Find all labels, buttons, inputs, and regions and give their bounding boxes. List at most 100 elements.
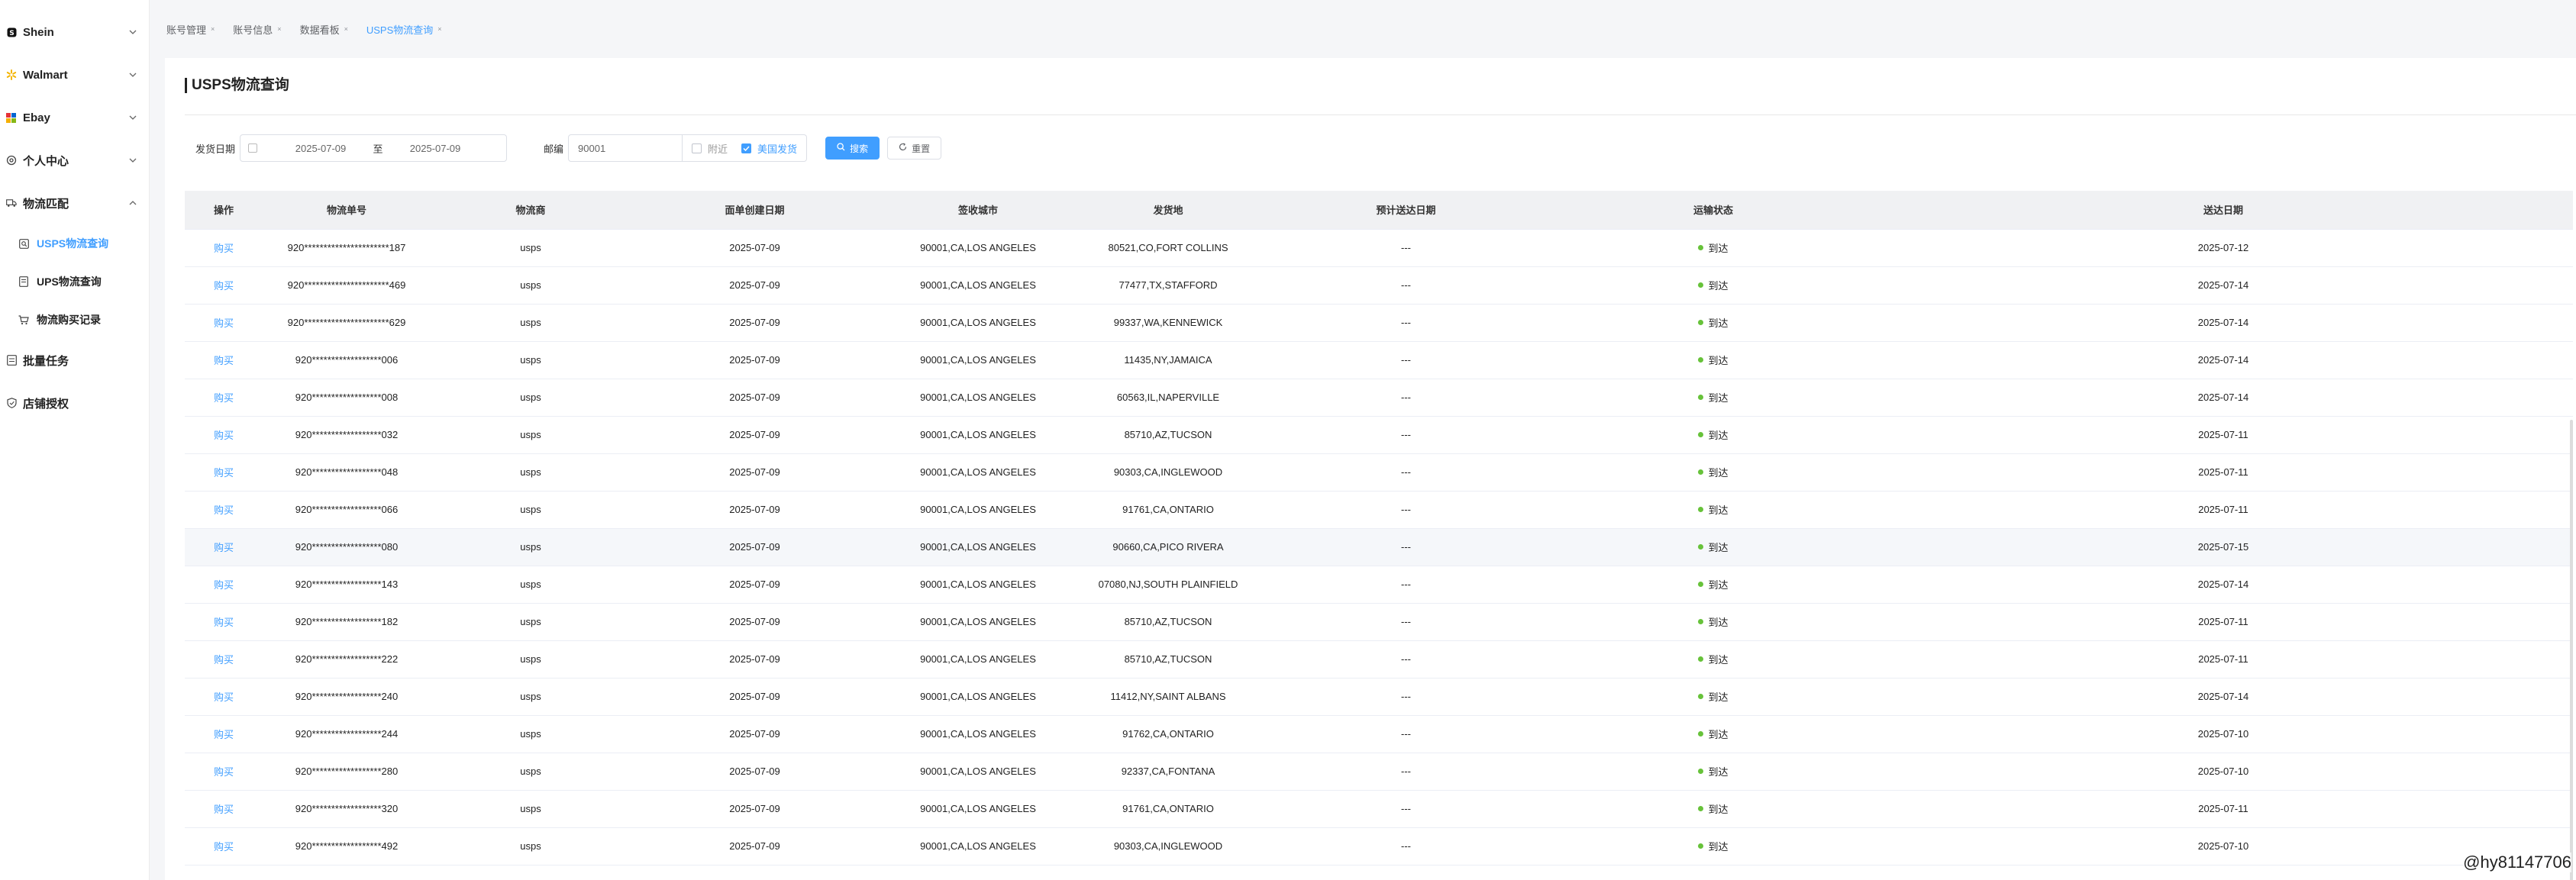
chevron-up-icon: [126, 196, 140, 210]
table-cell: 到达: [1553, 453, 1874, 492]
zip-input[interactable]: 90001: [568, 134, 683, 162]
table-row[interactable]: 购买 920******************222 usps 2025-07-09…: [185, 640, 2573, 679]
origin: 11412,NY,SAINT ALBANS: [1110, 691, 1226, 702]
table-row[interactable]: 购买 920******************280 usps 2025-07-09…: [185, 753, 2573, 791]
table-cell: 90303,CA,INGLEWOOD: [1077, 453, 1259, 492]
buy-link[interactable]: 购买: [214, 243, 234, 254]
buy-link[interactable]: 购买: [214, 280, 234, 292]
settings-icon: [6, 155, 17, 166]
buy-link[interactable]: 购买: [214, 542, 234, 553]
status-badge: 到达: [1698, 427, 1729, 442]
shein-icon: S: [6, 27, 17, 37]
close-icon[interactable]: ×: [344, 25, 348, 33]
sidebar-group-walmart[interactable]: Walmart: [0, 53, 149, 96]
scrollbar[interactable]: [2570, 420, 2573, 880]
table-cell: 2025-07-14: [1874, 304, 2573, 342]
table-row[interactable]: 购买 920******************182 usps 2025-07-09…: [185, 603, 2573, 641]
buy-link[interactable]: 购买: [214, 430, 234, 441]
table-cell: ---: [1259, 715, 1553, 753]
table-row[interactable]: 购买 920**********************469 usps 2025-0…: [185, 266, 2573, 305]
buy-link[interactable]: 购买: [214, 841, 234, 853]
carrier: usps: [520, 840, 541, 852]
table-cell: ---: [1259, 304, 1553, 342]
table-row[interactable]: 购买 920******************240 usps 2025-07-09…: [185, 678, 2573, 716]
sidebar-item-usps-query[interactable]: USPS物流查询: [0, 224, 149, 263]
search-button[interactable]: 搜索: [825, 137, 880, 160]
table-row[interactable]: 购买 920******************244 usps 2025-07-09…: [185, 715, 2573, 753]
table-row[interactable]: 购买 920******************143 usps 2025-07-09…: [185, 566, 2573, 604]
status-text: 到达: [1708, 318, 1729, 329]
status-dot-icon: [1698, 507, 1704, 512]
delivery-city: 90001,CA,LOS ANGELES: [920, 541, 1036, 553]
column-header: 签收城市: [879, 191, 1077, 230]
table-row[interactable]: 购买 920******************008 usps 2025-07-09…: [185, 379, 2573, 417]
buy-link[interactable]: 购买: [214, 355, 234, 366]
sidebar-group-logistics-match[interactable]: 物流匹配: [0, 182, 149, 224]
origin: 85710,AZ,TUCSON: [1124, 616, 1212, 627]
chevron-down-icon: [126, 68, 140, 82]
delivery-city: 90001,CA,LOS ANGELES: [920, 392, 1036, 403]
buy-link[interactable]: 购买: [214, 804, 234, 815]
column-header: 物流商: [431, 191, 631, 230]
delivery-city: 90001,CA,LOS ANGELES: [920, 354, 1036, 366]
logistics-table: 操作 物流单号 物流商 面单创建日期 签收城市 发货地 预计送达日期 运输状态 送达日期 购买 9…: [185, 191, 2573, 880]
close-icon[interactable]: ×: [437, 25, 441, 33]
table-row[interactable]: 购买 920**********************187 usps 2025-0…: [185, 229, 2573, 267]
buy-link[interactable]: 购买: [214, 392, 234, 404]
sidebar-group-label: 批量任务: [23, 354, 69, 368]
table-header-row: 操作 物流单号 物流商 面单创建日期 签收城市 发货地 预计送达日期 运输状态 送达日期: [185, 191, 2573, 230]
close-icon[interactable]: ×: [211, 25, 215, 33]
reset-button[interactable]: 重置: [887, 137, 942, 160]
table-cell: 90001,CA,LOS ANGELES: [879, 827, 1077, 865]
buy-link[interactable]: 购买: [214, 318, 234, 329]
list-icon: [6, 355, 17, 366]
table-row[interactable]: 购买 920**********************629 usps 2025-0…: [185, 304, 2573, 342]
sidebar-group-ebay[interactable]: Ebay: [0, 96, 149, 139]
breadcrumb-item-dashboard[interactable]: 数据看板 ×: [300, 22, 348, 37]
origin: 90660,CA,PICO RIVERA: [1112, 541, 1224, 553]
origin: 60563,IL,NAPERVILLE: [1116, 392, 1220, 403]
breadcrumb-item-account-info[interactable]: 账号信息 ×: [233, 22, 281, 37]
buy-link[interactable]: 购买: [214, 579, 234, 591]
sidebar-group-batch-tasks[interactable]: 批量任务: [0, 339, 149, 382]
table-cell: 920******************008: [263, 379, 431, 417]
sidebar-group-shein[interactable]: S Shein: [0, 11, 149, 53]
buy-link[interactable]: 购买: [214, 617, 234, 628]
buy-link[interactable]: 购买: [214, 691, 234, 703]
sidebar-group-store-auth[interactable]: 店铺授权: [0, 382, 149, 424]
date-end-value[interactable]: 2025-07-09: [393, 143, 477, 154]
table-row[interactable]: 购买 920******************080 usps 2025-07-09…: [185, 528, 2573, 566]
close-icon[interactable]: ×: [277, 25, 281, 33]
table-cell: 购买: [185, 229, 263, 267]
date-start-value[interactable]: 2025-07-09: [279, 143, 363, 154]
table-cell: 90001,CA,LOS ANGELES: [879, 528, 1077, 566]
nearby-checkbox[interactable]: 附近: [692, 141, 728, 156]
buy-link[interactable]: 购买: [214, 654, 234, 666]
buy-link[interactable]: 购买: [214, 504, 234, 516]
table-row[interactable]: 购买 920******************320 usps 2025-07-09…: [185, 790, 2573, 828]
label-created-date: 2025-07-09: [729, 242, 780, 253]
page-title: USPS物流查询: [185, 78, 289, 93]
status-badge: 到达: [1698, 278, 1729, 292]
buy-link[interactable]: 购买: [214, 467, 234, 479]
status-badge: 到达: [1698, 315, 1729, 330]
table-cell: usps: [431, 229, 631, 267]
origin: 92337,CA,FONTANA: [1121, 766, 1215, 777]
sidebar-item-purchase-records[interactable]: 物流购买记录: [0, 301, 149, 339]
table-row[interactable]: 购买 920******************492 usps 2025-07-09…: [185, 827, 2573, 865]
table-row[interactable]: 购买 920******************048 usps 2025-07-09…: [185, 453, 2573, 492]
table-row[interactable]: 购买 920******************032 usps 2025-07-09…: [185, 416, 2573, 454]
table-cell: 购买: [185, 416, 263, 454]
breadcrumb-item-usps-query[interactable]: USPS物流查询 ×: [366, 22, 442, 37]
table-row[interactable]: 购买 920******************066 usps 2025-07-09…: [185, 491, 2573, 529]
us-shipping-checkbox[interactable]: 美国发货: [741, 141, 797, 156]
breadcrumb-item-account-management[interactable]: 账号管理 ×: [166, 22, 215, 37]
status-dot-icon: [1698, 469, 1704, 475]
sidebar-item-ups-query[interactable]: UPS物流查询: [0, 263, 149, 301]
table-row[interactable]: 购买 920******************006 usps 2025-07-09…: [185, 341, 2573, 379]
status-text: 到达: [1708, 654, 1729, 666]
date-range-picker[interactable]: 2025-07-09 至 2025-07-09: [240, 134, 508, 162]
buy-link[interactable]: 购买: [214, 729, 234, 740]
sidebar-group-personal-center[interactable]: 个人中心: [0, 139, 149, 182]
buy-link[interactable]: 购买: [214, 766, 234, 778]
